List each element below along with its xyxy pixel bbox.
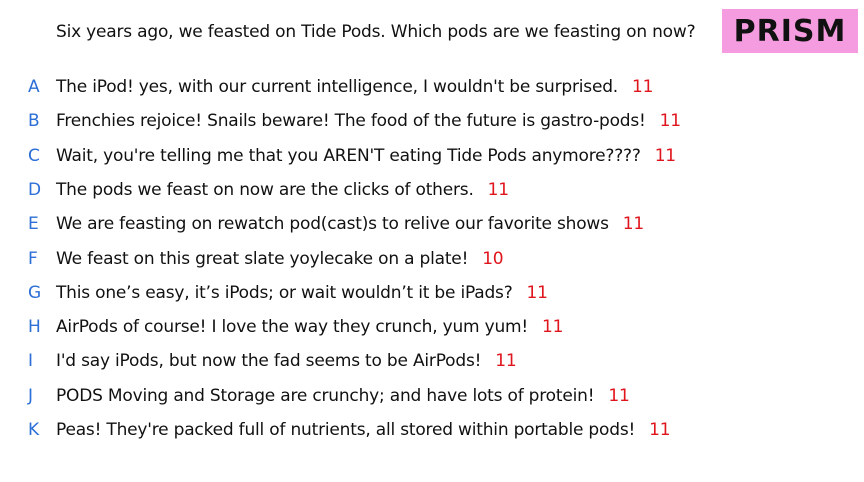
prism-logo: PRISM bbox=[722, 9, 858, 53]
answer-letter: B bbox=[28, 111, 40, 132]
answer-letter: F bbox=[28, 248, 38, 269]
answer-score: 11 bbox=[649, 420, 671, 440]
answer-body: We are feasting on rewatch pod(cast)s to… bbox=[56, 214, 609, 235]
question-text: Six years ago, we feasted on Tide Pods. … bbox=[56, 22, 696, 42]
answer-text: The pods we feast on now are the clicks … bbox=[56, 177, 509, 203]
answer-text: AirPods of course! I love the way they c… bbox=[56, 314, 563, 340]
answer-text: I'd say iPods, but now the fad seems to … bbox=[56, 348, 517, 374]
answer-text: This one’s easy, it’s iPods; or wait wou… bbox=[56, 280, 548, 306]
answer-body: Frenchies rejoice! Snails beware! The fo… bbox=[56, 111, 646, 132]
answer-letter: A bbox=[28, 77, 40, 97]
answer-text: We are feasting on rewatch pod(cast)s to… bbox=[56, 211, 644, 237]
answer-row: G This one’s easy, it’s iPods; or wait wo… bbox=[0, 280, 864, 306]
answer-text: We feast on this great slate yoylecake o… bbox=[56, 246, 504, 272]
answer-letter: H bbox=[28, 317, 41, 338]
answer-letter: J bbox=[28, 385, 33, 406]
answer-body: We feast on this great slate yoylecake o… bbox=[56, 248, 469, 269]
answer-body: Peas! They're packed full of nutrients, … bbox=[56, 420, 636, 440]
answer-body: I'd say iPods, but now the fad seems to … bbox=[56, 351, 482, 372]
answer-text: Peas! They're packed full of nutrients, … bbox=[56, 417, 671, 443]
answer-row: K Peas! They're packed full of nutrients,… bbox=[0, 417, 864, 443]
answer-row: A The iPod! yes, with our current intelli… bbox=[0, 74, 864, 100]
answer-score: 11 bbox=[632, 77, 654, 97]
logo-text: PRISM bbox=[733, 13, 847, 49]
answer-letter: E bbox=[28, 214, 39, 235]
answer-row: C Wait, you're telling me that you AREN'T… bbox=[0, 143, 864, 169]
answer-score: 11 bbox=[487, 179, 509, 200]
answer-row: F We feast on this great slate yoylecake … bbox=[0, 246, 864, 272]
answer-score: 11 bbox=[526, 282, 548, 303]
answer-text: PODS Moving and Storage are crunchy; and… bbox=[56, 383, 630, 409]
answer-body: The pods we feast on now are the clicks … bbox=[56, 179, 474, 200]
answer-body: PODS Moving and Storage are crunchy; and… bbox=[56, 385, 595, 406]
answer-letter: C bbox=[28, 145, 40, 166]
answer-score: 11 bbox=[659, 111, 681, 132]
answer-body: Wait, you're telling me that you AREN'T … bbox=[56, 145, 641, 166]
answer-row: J PODS Moving and Storage are crunchy; an… bbox=[0, 383, 864, 409]
answer-score: 11 bbox=[622, 214, 645, 235]
answer-row: I I'd say iPods, but now the fad seems to… bbox=[0, 348, 864, 374]
answer-text: The iPod! yes, with our current intellig… bbox=[56, 74, 653, 100]
answer-row: H AirPods of course! I love the way they … bbox=[0, 314, 864, 340]
answer-score: 11 bbox=[654, 145, 676, 166]
answer-body: This one’s easy, it’s iPods; or wait wou… bbox=[56, 282, 513, 303]
answer-score: 11 bbox=[542, 317, 564, 338]
answer-letter: I bbox=[28, 351, 33, 372]
answer-score: 10 bbox=[482, 248, 504, 269]
answer-body: The iPod! yes, with our current intellig… bbox=[56, 77, 618, 97]
answer-text: Frenchies rejoice! Snails beware! The fo… bbox=[56, 108, 681, 134]
answer-text: Wait, you're telling me that you AREN'T … bbox=[56, 143, 676, 169]
answer-row: B Frenchies rejoice! Snails beware! The f… bbox=[0, 108, 864, 134]
answer-letter: G bbox=[28, 282, 41, 303]
answer-row: D The pods we feast on now are the clicks… bbox=[0, 177, 864, 203]
answer-letter: K bbox=[28, 420, 39, 440]
answer-letter: D bbox=[28, 179, 41, 200]
answer-body: AirPods of course! I love the way they c… bbox=[56, 317, 529, 338]
answer-score: 11 bbox=[495, 351, 517, 372]
answer-score: 11 bbox=[608, 385, 630, 406]
answer-row: E We are feasting on rewatch pod(cast)s t… bbox=[0, 211, 864, 237]
